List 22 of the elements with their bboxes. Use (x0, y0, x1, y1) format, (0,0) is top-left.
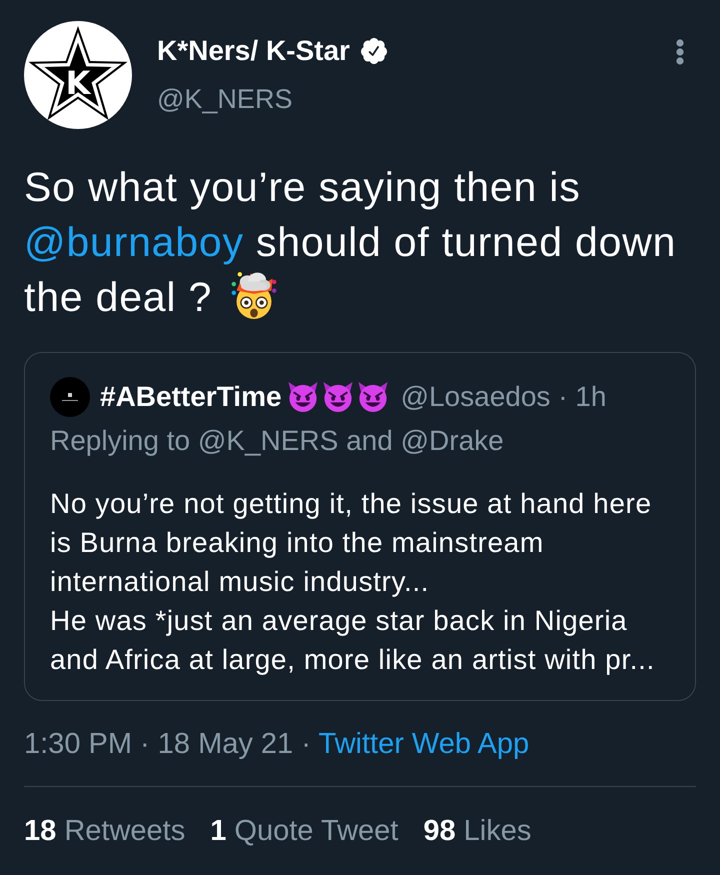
engagement-stat-link[interactable]: 1 Quote Tweet (210, 811, 398, 851)
source-link[interactable]: Twitter Web App (318, 728, 530, 760)
engagement-stat-link[interactable]: 98 Likes (423, 811, 532, 851)
devil-face-icon (322, 381, 354, 413)
quoted-display-name: #ABetterTime (100, 380, 282, 414)
display-name: K*Ners/ K-Star (157, 34, 350, 68)
timestamp: 1:30 PM · 18 May 21 · (24, 728, 311, 760)
engagement-stat-link[interactable]: 18 Retweets (24, 811, 186, 851)
quoted-tweet-text: No you’re not getting it, the issue at hand here is Burna breaking into the mainstream international music industry... He was *just an average star back in Nigeria and Africa at large, more like an artist with pr... (50, 487, 656, 677)
quoted-avatar (50, 377, 90, 417)
profile-avatar[interactable]: K (24, 21, 132, 129)
devil-face-icon (356, 381, 389, 413)
quoted-tweet-card[interactable] (24, 352, 696, 701)
tweet-text: So what you’re saying then is @burnaboy should of turned down the deal ? (24, 163, 678, 322)
replying-to-text: Replying to @K_NERS and @Drake (50, 424, 505, 458)
avatar-letter: K (66, 67, 90, 99)
mention-link[interactable]: @burnaboy (24, 219, 244, 265)
user-handle: @K_NERS (157, 83, 294, 116)
more-options-icon[interactable] (675, 39, 685, 65)
exploding-head-icon (230, 271, 278, 319)
devil-face-icon (286, 381, 319, 413)
quoted-handle-time: @Losaedos · 1h (400, 380, 606, 414)
